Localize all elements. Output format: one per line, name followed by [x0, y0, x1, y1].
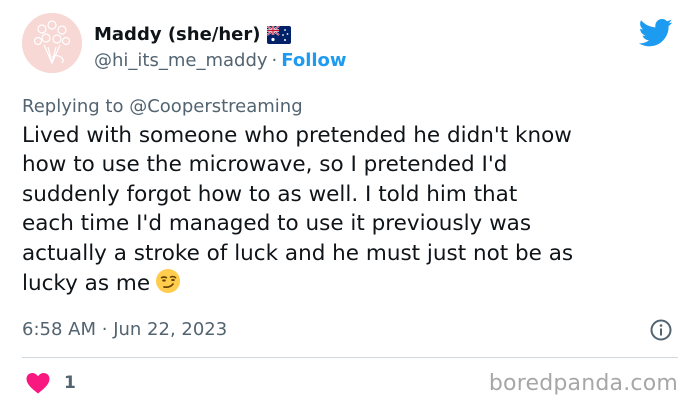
handle-separator: · [271, 50, 278, 71]
author-handle[interactable]: @hi_its_me_maddy [94, 50, 268, 71]
tweet-timestamp[interactable]: 6:58 AM · Jun 22, 2023 [22, 319, 227, 340]
like-row: 1 [26, 372, 76, 394]
info-icon[interactable] [649, 318, 673, 342]
replying-to-label: Replying to [22, 96, 124, 117]
rose-bouquet-avatar-image [22, 13, 82, 73]
twitter-bird-icon[interactable] [638, 18, 673, 48]
tweet-time: 6:58 AM [22, 319, 96, 340]
like-count: 1 [64, 373, 76, 393]
replying-to: Replying to @Cooperstreaming [22, 96, 303, 117]
heart-icon[interactable] [26, 372, 50, 394]
tweet-body: Lived with someone who pretended he didn… [22, 123, 574, 297]
author-name-row: Maddy (she/her) [94, 24, 291, 45]
avatar[interactable] [22, 13, 82, 73]
divider [22, 357, 678, 358]
author-handle-row: @hi_its_me_maddy · Follow [94, 50, 347, 71]
tweet-date: Jun 22, 2023 [113, 319, 228, 340]
tweet-text: Lived with someone who pretended he didn… [22, 121, 678, 298]
replying-to-handle[interactable]: @Cooperstreaming [129, 96, 302, 117]
smirking-face-emoji-icon [154, 268, 182, 294]
author-display-name[interactable]: Maddy (she/her) [94, 24, 261, 45]
australia-flag-icon [265, 24, 291, 44]
timestamp-separator: · [101, 319, 108, 340]
follow-button[interactable]: Follow [281, 50, 346, 71]
boredpanda-watermark: boredpanda.com [488, 371, 678, 396]
